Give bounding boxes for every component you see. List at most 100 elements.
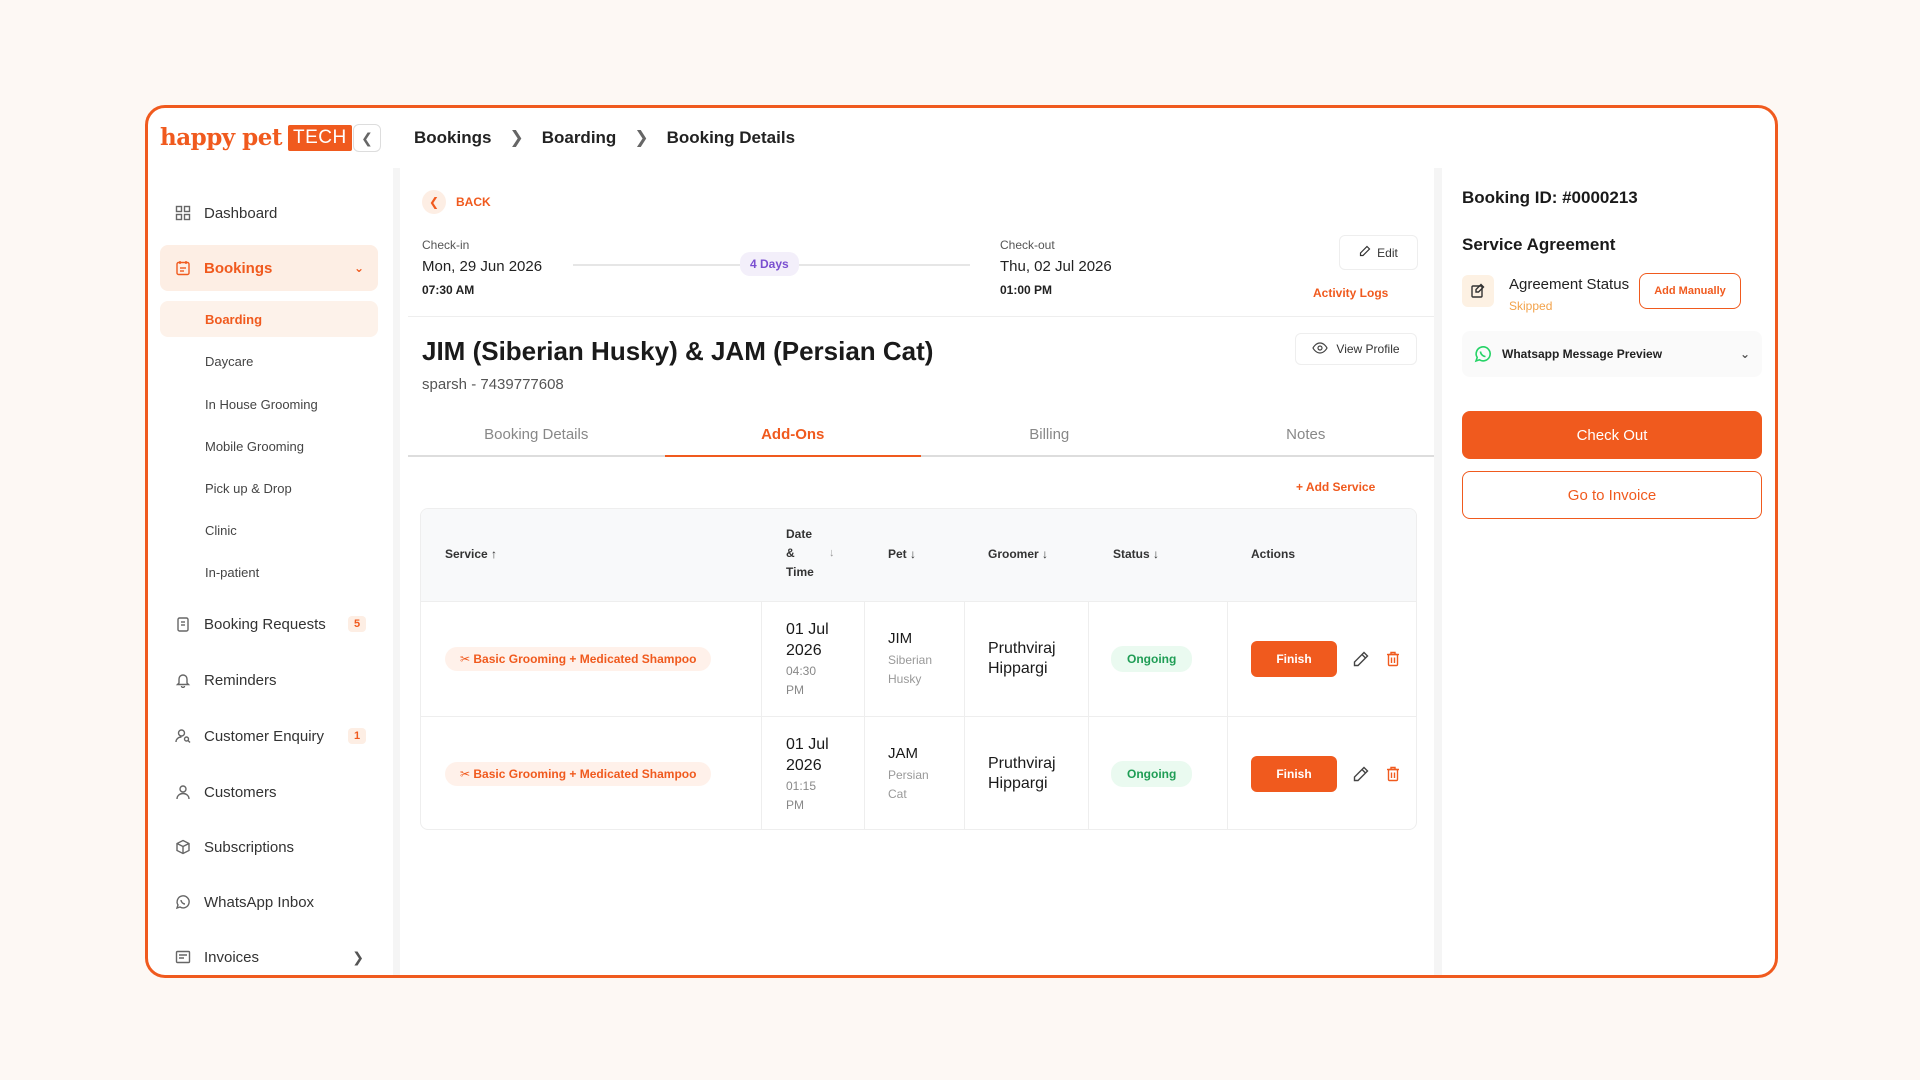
main-content: ❮ BACK Check-in Mon, 29 Jun 2026 07:30 A… [400,168,1434,975]
sidebar-item-bookings[interactable]: Bookings ⌄ [160,245,378,291]
chevron-right-icon: ❯ [634,128,649,147]
count-badge: 5 [348,616,367,632]
column-divider [761,602,762,716]
sidebar-item-label: Booking Requests [204,615,326,633]
activity-logs-link[interactable]: Activity Logs [1313,286,1388,300]
chevron-right-icon: ❯ [509,128,524,147]
row-date-line2: 2026 [786,642,822,659]
sidebar-subitem-daycare[interactable]: Daycare [160,343,378,379]
row-pet-name: JAM [888,745,918,762]
section-divider [408,316,1434,317]
header-pet[interactable]: Pet ↓ [888,547,916,561]
pet-title: JIM (Siberian Husky) & JAM (Persian Cat) [422,336,934,366]
header-service[interactable]: Service ↑ [445,547,497,561]
add-manually-button[interactable]: Add Manually [1639,273,1741,309]
sidebar-item-subscriptions[interactable]: Subscriptions [160,824,378,870]
whatsapp-icon [1474,345,1492,363]
pencil-icon [1359,245,1371,260]
tab-notes[interactable]: Notes [1178,413,1435,455]
pencil-icon[interactable] [1350,763,1372,785]
sidebar-subitem-boarding[interactable]: Boarding [160,301,378,337]
breadcrumb-bookings[interactable]: Bookings [414,128,491,148]
grid-icon [174,204,192,222]
tab-booking-details[interactable]: Booking Details [408,413,665,455]
owner-contact: sparsh - 7439777608 [422,376,564,393]
check-out-button[interactable]: Check Out [1462,411,1762,459]
sidebar-subitem-pickup-drop[interactable]: Pick up & Drop [160,470,378,506]
add-service-button[interactable]: + Add Service [1296,480,1375,494]
top-bar: happy pet TECH ❮ Bookings ❯ Boarding ❯ B… [148,108,1775,168]
column-divider [864,602,865,716]
sidebar-subitem-clinic[interactable]: Clinic [160,512,378,548]
app-window: happy pet TECH ❮ Bookings ❯ Boarding ❯ B… [145,105,1778,978]
row-groomer-line1: Pruthviraj [988,755,1056,772]
booking-id: Booking ID: #0000213 [1462,188,1638,207]
whatsapp-preview-dropdown[interactable]: Whatsapp Message Preview ⌄ [1462,331,1762,377]
finish-button[interactable]: Finish [1251,756,1337,792]
edit-document-icon [1462,275,1494,307]
column-divider [964,602,965,716]
checkout-time: 01:00 PM [1000,283,1053,297]
sidebar: Dashboard Bookings ⌄ Boarding Daycare In… [148,168,393,975]
chevron-left-icon: ❮ [361,129,373,146]
header-date-line1[interactable]: Date [786,527,812,541]
sidebar-item-invoices[interactable]: Invoices ❯ [160,934,378,975]
row-breed-line2: Husky [888,672,922,686]
row-groomer-line2: Hippargi [988,775,1048,792]
sidebar-subitem-in-house-grooming[interactable]: In House Grooming [160,386,378,422]
sidebar-item-label: WhatsApp Inbox [204,893,315,911]
sidebar-subitem-mobile-grooming[interactable]: Mobile Grooming [160,428,378,464]
brand-logo[interactable]: happy pet TECH [160,124,352,151]
table-row: ✂ Basic Grooming + Medicated Shampoo 01 … [421,601,1416,716]
checkin-date: Mon, 29 Jun 2026 [422,258,543,275]
table-row: ✂ Basic Grooming + Medicated Shampoo 01 … [421,716,1416,829]
tab-billing[interactable]: Billing [921,413,1178,455]
sidebar-item-customers[interactable]: Customers [160,769,378,815]
eye-icon [1312,341,1329,357]
row-groomer-line2: Hippargi [988,660,1048,677]
breadcrumb-booking-details: Booking Details [666,128,796,147]
calendar-icon [174,259,192,277]
chevron-down-icon: ⌄ [353,261,364,275]
sidebar-item-dashboard[interactable]: Dashboard [160,190,378,236]
tab-bar: Booking Details Add-Ons Billing Notes [408,413,1434,457]
sidebar-subitem-in-patient[interactable]: In-patient [160,554,378,590]
duration-badge: 4 Days [740,252,799,276]
breadcrumb: Bookings ❯ Boarding ❯ Booking Details [414,128,795,148]
trash-icon[interactable] [1382,763,1404,785]
finish-button[interactable]: Finish [1251,641,1337,677]
view-profile-button[interactable]: View Profile [1295,333,1417,365]
row-date-line1: 01 Jul [786,736,829,753]
sidebar-item-label: Customers [204,783,277,801]
breadcrumb-boarding[interactable]: Boarding [542,128,617,148]
header-status[interactable]: Status ↓ [1113,547,1159,561]
tab-add-ons[interactable]: Add-Ons [664,413,921,457]
row-time-line2: PM [786,798,804,812]
status-badge: Ongoing [1111,646,1193,672]
column-divider [1227,602,1228,716]
table-header: Service ↑ Date & Time ↓ Pet ↓ Groomer ↓ … [421,509,1416,601]
view-profile-label: View Profile [1336,342,1400,356]
sidebar-item-whatsapp-inbox[interactable]: WhatsApp Inbox [160,879,378,925]
column-divider [1088,602,1089,716]
back-button[interactable]: ❮ BACK [422,190,491,214]
panel-divider [1434,168,1442,975]
header-groomer[interactable]: Groomer ↓ [988,547,1048,561]
service-agreement-heading: Service Agreement [1462,235,1616,254]
collapse-sidebar-button[interactable]: ❮ [353,124,381,152]
agreement-status-value: Skipped [1509,299,1553,313]
go-to-invoice-button[interactable]: Go to Invoice [1462,471,1762,519]
invoice-icon [174,948,192,966]
trash-icon[interactable] [1382,648,1404,670]
sidebar-item-reminders[interactable]: Reminders [160,657,378,703]
row-groomer-line1: Pruthviraj [988,640,1056,657]
edit-button[interactable]: Edit [1339,235,1418,270]
user-search-icon [174,727,192,745]
pencil-icon[interactable] [1350,648,1372,670]
checkin-label: Check-in [422,238,470,252]
header-date-line2[interactable]: & [786,546,795,560]
sidebar-item-customer-enquiry[interactable]: Customer Enquiry 1 [160,713,378,759]
sidebar-item-booking-requests[interactable]: Booking Requests 5 [160,601,378,647]
clipboard-icon [174,615,192,633]
header-date-line3[interactable]: Time [786,565,814,579]
